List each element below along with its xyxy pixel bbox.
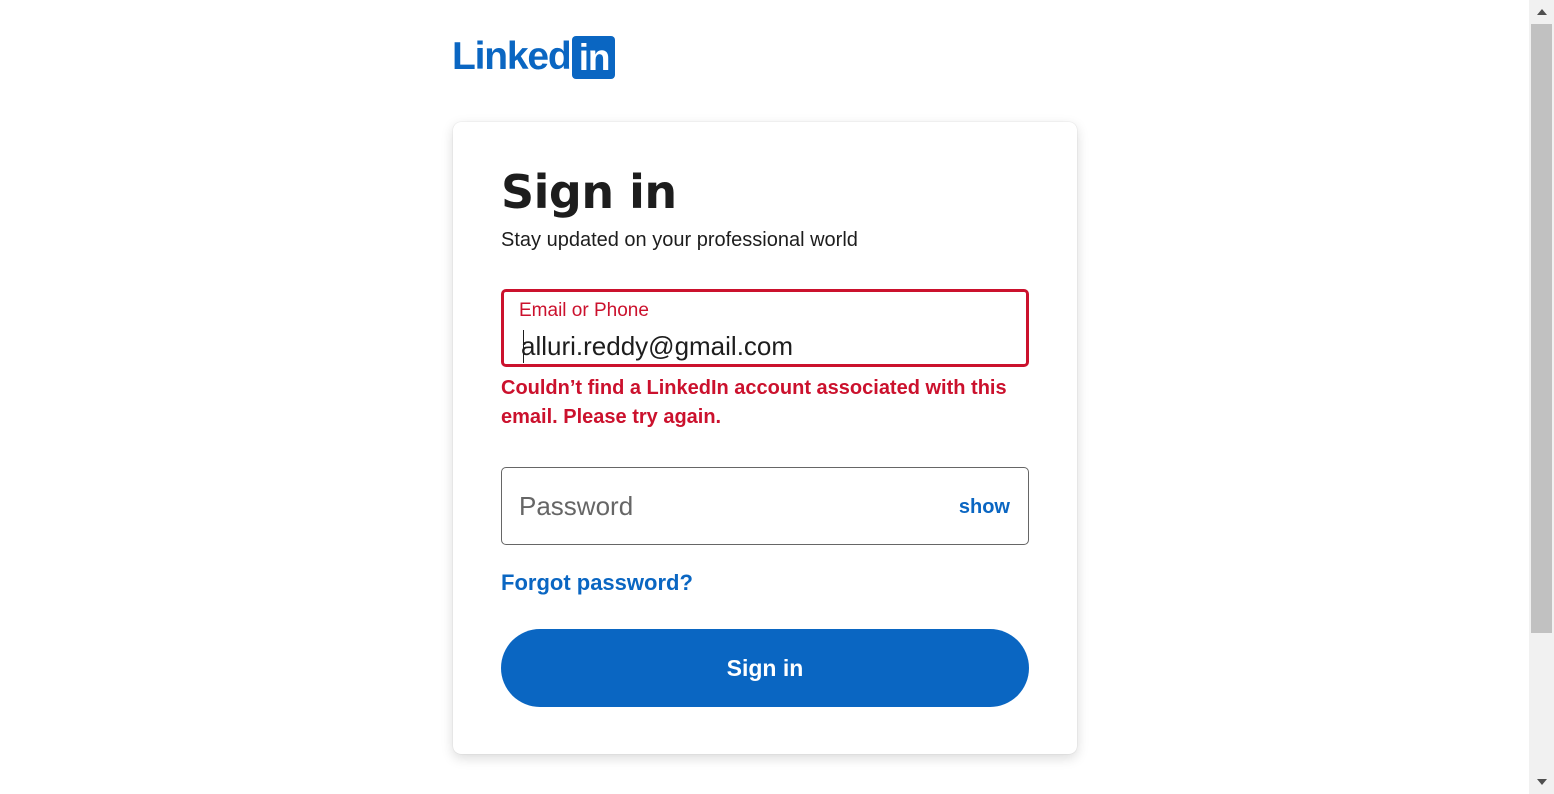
forgot-password-link[interactable]: Forgot password? [501,567,693,599]
show-password-button[interactable]: show [959,494,1010,520]
scrollbar-thumb[interactable] [1531,24,1552,633]
email-error-message: Couldn’t find a LinkedIn account associa… [501,377,1007,428]
signin-page: Linked in Sign in Stay updated on your p… [0,0,1554,794]
email-input[interactable]: alluri.reddy@gmail.com [521,330,793,362]
signin-card: Sign in Stay updated on your professiona… [453,122,1077,754]
scroll-up-button[interactable] [1529,0,1554,24]
scroll-down-button[interactable] [1529,770,1554,794]
sign-in-button[interactable]: Sign in [501,629,1029,707]
page-title: Sign in [501,165,677,219]
linkedin-logo[interactable]: Linked in [452,35,616,79]
triangle-up-icon [1536,9,1547,15]
password-input[interactable] [519,488,939,524]
email-field-label: Email or Phone [519,300,649,321]
password-field[interactable]: show [501,467,1029,545]
logo-in-box: in [572,35,616,79]
vertical-scrollbar[interactable] [1529,0,1554,794]
page-subtitle: Stay updated on your professional world [501,229,858,251]
email-field[interactable]: Email or Phone alluri.reddy@gmail.com [501,289,1029,367]
triangle-down-icon [1536,779,1547,785]
logo-wordmark: Linked [452,35,572,78]
